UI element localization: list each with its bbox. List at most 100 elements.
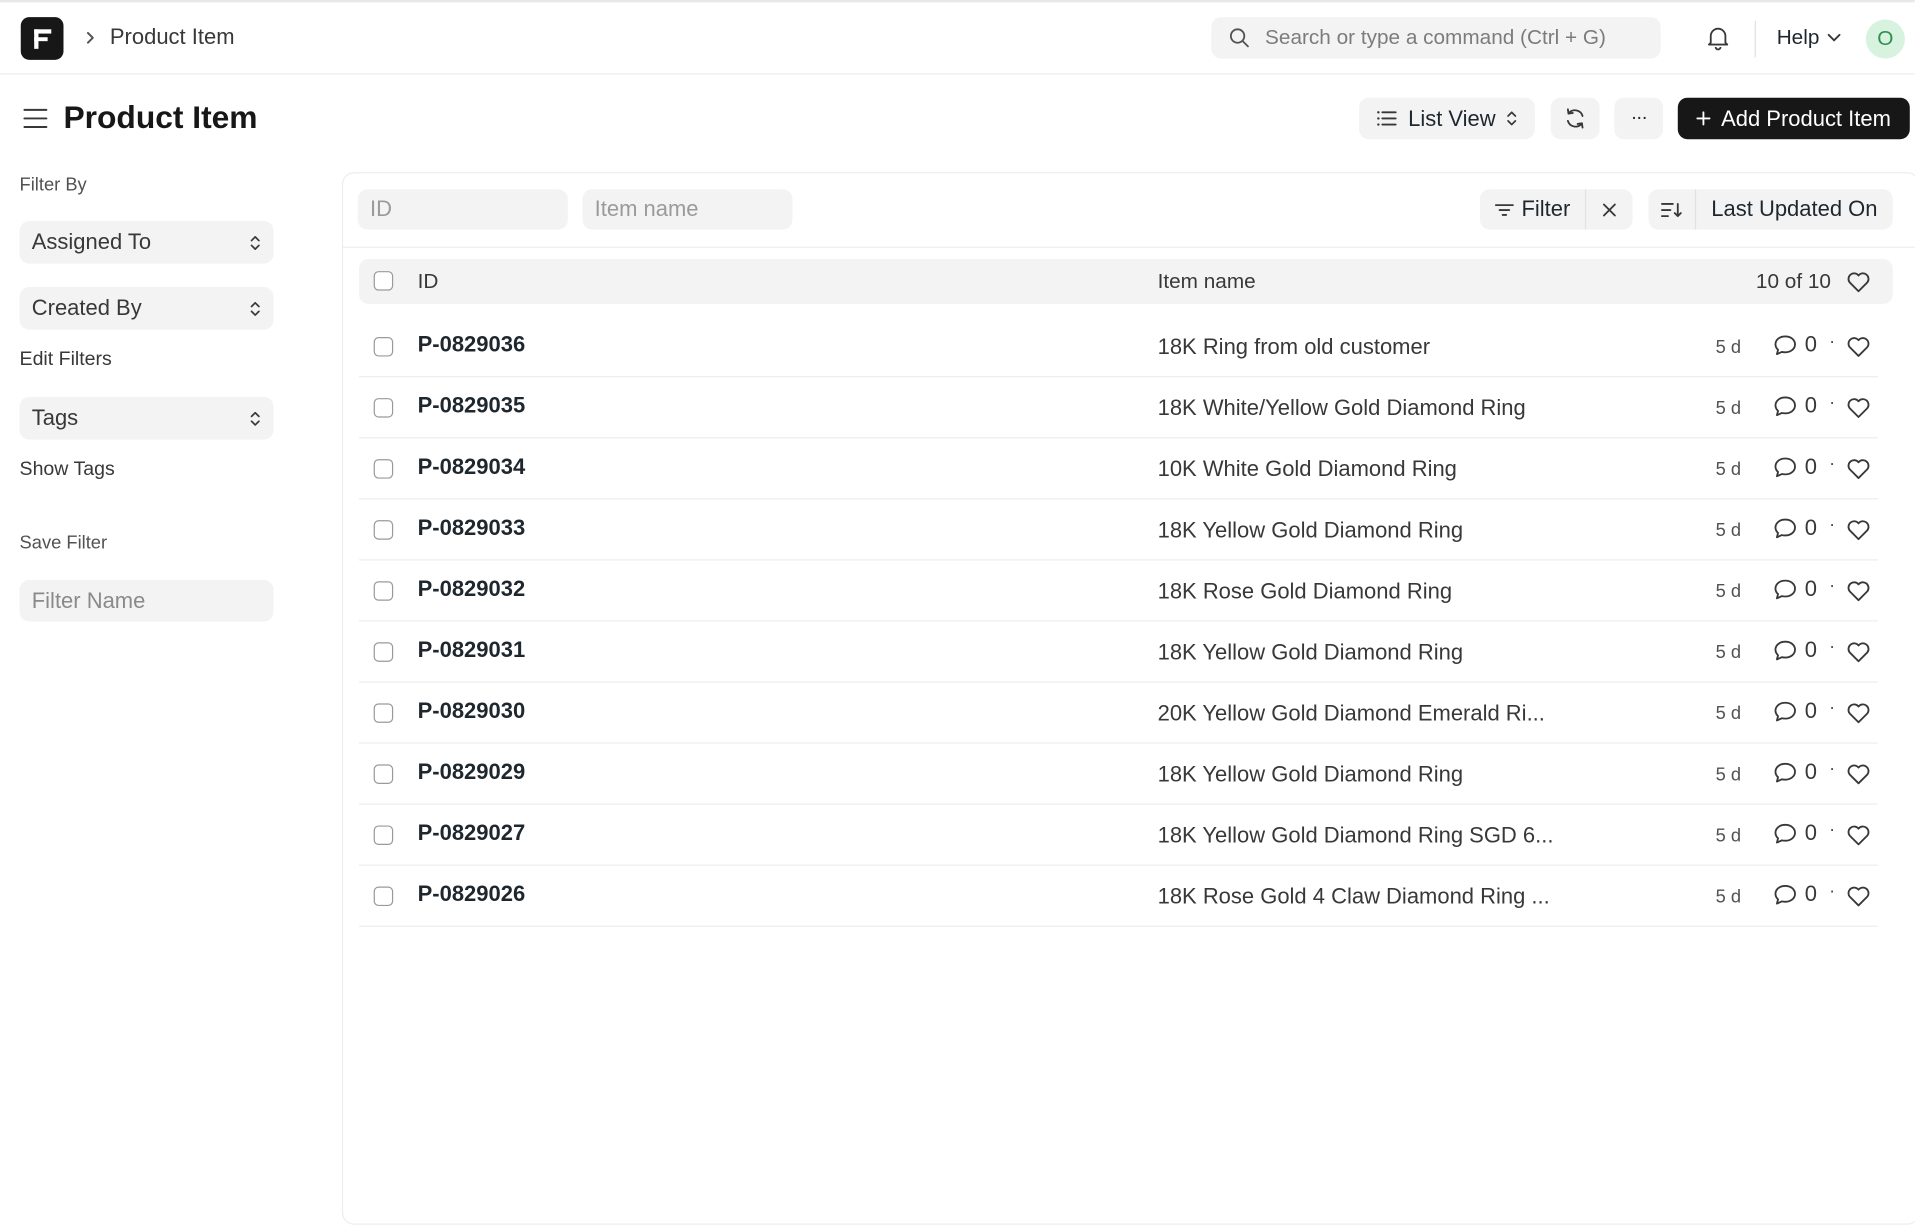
table-row[interactable]: P-0829032 18K Rose Gold Diamond Ring 5 d… [359,560,1878,621]
filter-by-label: Filter By [20,175,87,196]
row-checkbox[interactable] [374,703,394,723]
row-checkbox[interactable] [374,398,394,418]
row-checkbox[interactable] [374,825,394,845]
filter-name-input[interactable] [20,580,274,622]
row-id[interactable]: P-0829032 [418,576,526,602]
row-comment-count: 0 [1805,393,1817,419]
breadcrumb-product-item[interactable]: Product Item [110,24,235,50]
select-arrows-icon [1505,110,1517,127]
heart-icon[interactable] [1845,269,1872,296]
table-row[interactable]: P-0829034 10K White Gold Diamond Ring 5 … [359,438,1878,499]
table-row[interactable]: P-0829030 20K Yellow Gold Diamond Emeral… [359,683,1878,744]
navbar-divider [1755,21,1756,58]
table-row[interactable]: P-0829029 18K Yellow Gold Diamond Ring 5… [359,744,1878,805]
row-comments: 0 [1773,760,1817,786]
row-comment-count: 0 [1805,332,1817,358]
table-row[interactable]: P-0829026 18K Rose Gold 4 Claw Diamond R… [359,866,1878,927]
search-bar[interactable] [1211,17,1660,59]
row-separator-dot: · [1829,453,1835,473]
sort-button-group: Last Updated On [1648,189,1892,229]
select-all-checkbox[interactable] [374,271,394,291]
user-avatar[interactable]: O [1866,20,1905,59]
heart-icon[interactable] [1845,333,1872,360]
row-comments: 0 [1773,821,1817,847]
tags-select[interactable]: Tags [20,397,274,440]
row-id[interactable]: P-0829035 [418,393,526,419]
comment-icon [1773,394,1797,417]
row-comments: 0 [1773,393,1817,419]
assigned-to-select[interactable]: Assigned To [20,221,274,264]
row-separator-dot: · [1829,697,1835,717]
sort-by-selector[interactable]: Last Updated On [1696,189,1893,229]
heart-icon[interactable] [1845,822,1872,849]
row-item-name: 18K Rose Gold Diamond Ring [1158,579,1452,605]
help-dropdown[interactable]: Help [1777,26,1842,50]
filter-icon [1495,202,1515,217]
heart-icon[interactable] [1845,517,1872,544]
row-id[interactable]: P-0829029 [418,760,526,786]
row-modified-time: 5 d [1716,825,1741,846]
row-id[interactable]: P-0829033 [418,515,526,541]
close-icon [1602,202,1617,217]
row-id[interactable]: P-0829030 [418,698,526,724]
row-checkbox[interactable] [374,459,394,479]
list-view-selector[interactable]: List View [1359,98,1535,140]
filter-button[interactable]: Filter [1480,189,1585,229]
created-by-select[interactable]: Created By [20,287,274,330]
row-checkbox[interactable] [374,581,394,601]
row-item-name: 18K Yellow Gold Diamond Ring [1158,762,1463,788]
select-arrows-icon [249,300,261,317]
item-name-filter-input[interactable] [582,189,792,229]
heart-icon[interactable] [1845,761,1872,788]
more-dots-icon: ··· [1631,107,1647,129]
row-item-name: 18K Yellow Gold Diamond Ring [1158,518,1463,544]
comment-icon [1773,455,1797,478]
table-row[interactable]: P-0829031 18K Yellow Gold Diamond Ring 5… [359,622,1878,683]
row-comments: 0 [1773,332,1817,358]
table-row[interactable]: P-0829035 18K White/Yellow Gold Diamond … [359,377,1878,438]
row-checkbox[interactable] [374,764,394,784]
more-actions-button[interactable]: ··· [1614,98,1663,140]
heart-icon[interactable] [1845,883,1872,910]
row-item-name: 18K Yellow Gold Diamond Ring [1158,640,1463,666]
row-separator-dot: · [1829,575,1835,595]
clear-filter-button[interactable] [1585,189,1633,229]
row-id[interactable]: P-0829027 [418,821,526,847]
row-checkbox[interactable] [374,887,394,907]
row-comment-count: 0 [1805,576,1817,602]
row-id[interactable]: P-0829026 [418,882,526,908]
heart-icon[interactable] [1845,394,1872,421]
app-logo[interactable] [21,17,64,60]
heart-icon[interactable] [1845,578,1872,605]
refresh-button[interactable] [1551,98,1600,140]
row-separator-dot: · [1829,819,1835,839]
sidebar-toggle-icon[interactable] [22,105,49,132]
sort-direction-button[interactable] [1648,189,1696,229]
row-checkbox[interactable] [374,520,394,540]
row-checkbox[interactable] [374,642,394,662]
id-filter-input[interactable] [358,189,568,229]
row-modified-time: 5 d [1716,398,1741,419]
heart-icon[interactable] [1845,455,1872,482]
heart-icon[interactable] [1845,639,1872,666]
table-row[interactable]: P-0829036 18K Ring from old customer 5 d… [359,316,1878,377]
row-checkbox[interactable] [374,337,394,357]
row-id[interactable]: P-0829031 [418,637,526,663]
row-item-name: 18K Yellow Gold Diamond Ring SGD 6... [1158,823,1554,849]
edit-filters-link[interactable]: Edit Filters [20,349,112,371]
row-id[interactable]: P-0829034 [418,454,526,480]
comment-icon [1773,639,1797,662]
row-modified-time: 5 d [1716,337,1741,358]
search-input[interactable] [1265,17,1644,59]
table-row[interactable]: P-0829027 18K Yellow Gold Diamond Ring S… [359,805,1878,866]
heart-icon[interactable] [1845,700,1872,727]
table-header: ID Item name 10 of 10 [359,259,1893,304]
list-view-label: List View [1408,106,1496,132]
navbar: Product Item Help O [0,2,1915,74]
show-tags-link[interactable]: Show Tags [20,459,115,481]
row-separator-dot: · [1829,331,1835,351]
add-product-item-button[interactable]: Add Product Item [1678,98,1910,140]
table-row[interactable]: P-0829033 18K Yellow Gold Diamond Ring 5… [359,499,1878,560]
row-id[interactable]: P-0829036 [418,332,526,358]
notification-bell-icon[interactable] [1705,24,1732,51]
